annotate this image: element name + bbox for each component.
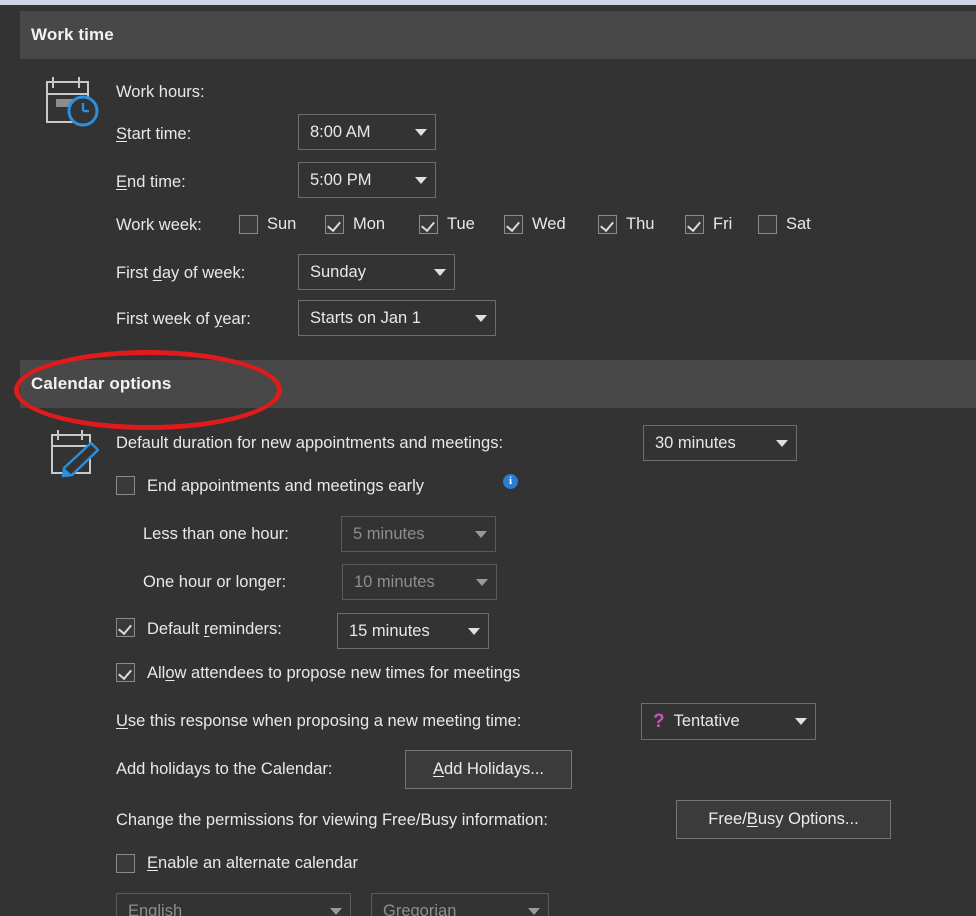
start-time-label: Start time: [116, 125, 192, 143]
label-thu: Thu [626, 215, 655, 233]
checkbox-mon[interactable] [325, 215, 344, 234]
first-day-of-week-dropdown[interactable]: Sunday [298, 254, 455, 290]
less-than-one-hour-dropdown[interactable]: 5 minutes [341, 516, 496, 552]
first-day-of-week-label: First day of week: [116, 264, 246, 282]
first-week-of-year-label: First week of year: [116, 310, 251, 328]
work-week-day-thu[interactable]: Thu [598, 215, 654, 234]
allow-propose-label: Allow attendees to propose new times for… [147, 664, 521, 682]
default-duration-value: 30 minutes [655, 433, 736, 452]
work-week-label: Work week: [116, 216, 202, 234]
label-fri: Fri [713, 215, 733, 233]
section-title-work-time: Work time [31, 25, 114, 44]
default-reminders-value: 15 minutes [349, 621, 430, 640]
calendar-pencil-icon [50, 428, 102, 480]
checkbox-sun[interactable] [239, 215, 258, 234]
end-early-label: End appointments and meetings early [147, 477, 425, 495]
window-accent-strip [0, 0, 976, 5]
chevron-down-icon [795, 718, 807, 725]
use-response-label: Use this response when proposing a new m… [116, 712, 522, 730]
work-week-day-sun[interactable]: Sun [239, 215, 296, 234]
work-week-day-mon[interactable]: Mon [325, 215, 385, 234]
alternate-calendar-language-value: English [128, 901, 183, 916]
alternate-calendar-type-value: Gregorian [383, 901, 457, 916]
alternate-calendar-type-dropdown[interactable]: Gregorian [371, 893, 549, 916]
start-time-dropdown[interactable]: 8:00 AM [298, 114, 436, 150]
chevron-down-icon [528, 907, 540, 915]
one-hour-or-longer-label: One hour or longer: [143, 573, 287, 591]
chevron-down-icon [476, 578, 488, 586]
chevron-down-icon [330, 907, 342, 915]
chevron-down-icon [475, 314, 487, 322]
question-mark-icon: ? [653, 711, 665, 732]
one-hour-or-longer-value: 10 minutes [354, 572, 435, 591]
add-holidays-button-label: Add Holidays... [433, 760, 544, 778]
end-time-label: End time: [116, 173, 186, 191]
checkbox-end-early[interactable] [116, 476, 135, 495]
checkbox-fri[interactable] [685, 215, 704, 234]
checkbox-sat[interactable] [758, 215, 777, 234]
checkbox-thu[interactable] [598, 215, 617, 234]
work-week-day-sat[interactable]: Sat [758, 215, 811, 234]
first-day-of-week-value: Sunday [310, 262, 366, 281]
label-wed: Wed [532, 215, 566, 233]
free-busy-options-button-label: Free/Busy Options... [708, 810, 859, 828]
use-response-dropdown[interactable]: ? Tentative [641, 703, 816, 740]
free-busy-options-button[interactable]: Free/Busy Options... [676, 800, 891, 839]
default-reminders-dropdown[interactable]: 15 minutes [337, 613, 489, 649]
checkbox-allow-propose[interactable] [116, 663, 135, 682]
enable-alternate-calendar-label: Enable an alternate calendar [147, 854, 358, 872]
alternate-calendar-language-dropdown[interactable]: English [116, 893, 351, 916]
section-header-work-time: Work time [20, 11, 976, 59]
work-week-day-wed[interactable]: Wed [504, 215, 566, 234]
label-mon: Mon [353, 215, 386, 233]
work-hours-label: Work hours: [116, 83, 205, 101]
add-holidays-label: Add holidays to the Calendar: [116, 760, 333, 778]
label-sat: Sat [786, 215, 811, 233]
one-hour-or-longer-dropdown[interactable]: 10 minutes [342, 564, 497, 600]
checkbox-tue[interactable] [419, 215, 438, 234]
chevron-down-icon [415, 176, 427, 184]
default-duration-label: Default duration for new appointments an… [116, 434, 504, 452]
label-tue: Tue [447, 215, 475, 233]
chevron-down-icon [776, 439, 788, 447]
checkbox-default-reminders[interactable] [116, 618, 135, 637]
options-pane: Work time Work hours: Start time: 8:00 A… [0, 0, 976, 916]
first-week-of-year-dropdown[interactable]: Starts on Jan 1 [298, 300, 496, 336]
default-duration-dropdown[interactable]: 30 minutes [643, 425, 797, 461]
less-than-one-hour-value: 5 minutes [353, 524, 425, 543]
chevron-down-icon [415, 128, 427, 136]
chevron-down-icon [468, 627, 480, 635]
start-time-value: 8:00 AM [310, 122, 371, 141]
label-sun: Sun [267, 215, 297, 233]
end-time-value: 5:00 PM [310, 170, 372, 189]
end-time-dropdown[interactable]: 5:00 PM [298, 162, 436, 198]
default-reminders-label: Default reminders: [147, 620, 282, 638]
chevron-down-icon [475, 530, 487, 538]
section-header-calendar-options: Calendar options [20, 360, 976, 408]
calendar-clock-icon [45, 72, 99, 128]
work-week-day-fri[interactable]: Fri [685, 215, 732, 234]
free-busy-label: Change the permissions for viewing Free/… [116, 811, 548, 829]
add-holidays-button[interactable]: Add Holidays... [405, 750, 572, 789]
checkbox-wed[interactable] [504, 215, 523, 234]
section-title-calendar-options: Calendar options [31, 374, 172, 393]
checkbox-enable-alternate-calendar[interactable] [116, 854, 135, 873]
work-week-day-tue[interactable]: Tue [419, 215, 475, 234]
less-than-one-hour-label: Less than one hour: [143, 525, 289, 543]
use-response-value: Tentative [673, 712, 740, 730]
first-week-of-year-value: Starts on Jan 1 [310, 308, 421, 327]
info-icon[interactable]: i [503, 474, 518, 489]
chevron-down-icon [434, 268, 446, 276]
